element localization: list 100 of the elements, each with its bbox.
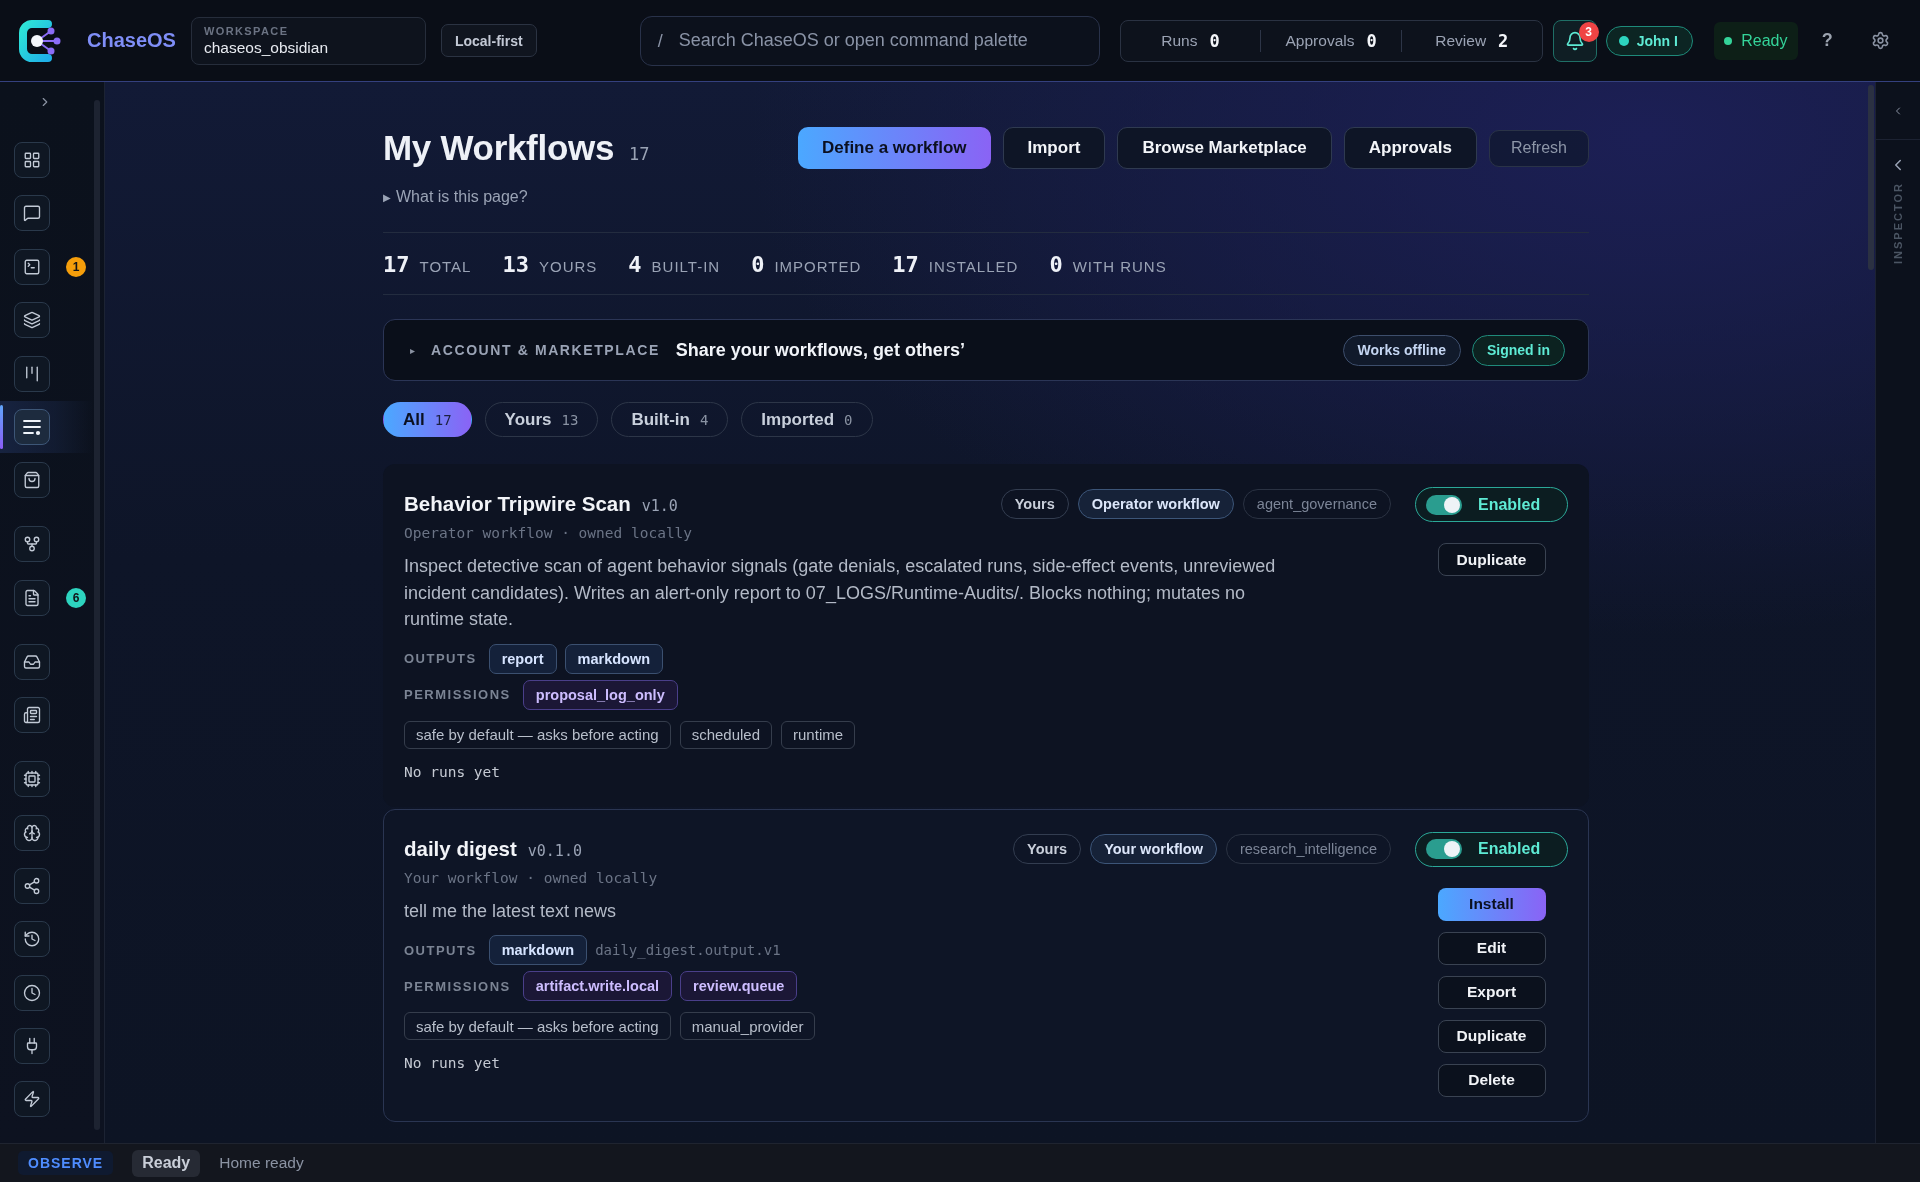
brain-icon <box>23 823 41 842</box>
field-label: OUTPUTS <box>404 651 477 666</box>
newspaper-icon <box>23 706 41 725</box>
workspace-name: chaseos_obsidian <box>203 38 330 57</box>
output-chip: report <box>488 643 557 674</box>
field-label: PERMISSIONS <box>404 978 511 994</box>
nav-button[interactable] <box>14 579 50 616</box>
permission-chip: review.queue <box>680 971 798 1001</box>
field-label: PERMISSIONS <box>404 687 511 702</box>
counter-button[interactable]: Approvals 0 <box>1260 29 1401 52</box>
count-badge: 1 <box>66 256 86 277</box>
nav-button[interactable] <box>14 1081 50 1118</box>
trait-tag: runtime <box>781 720 856 749</box>
trait-tag: manual_provider <box>679 1012 816 1040</box>
state-tag: Ready <box>132 1149 201 1177</box>
version-label: v0.1.0 <box>527 841 582 860</box>
help-disclosure[interactable]: ▶ What is this page? <box>383 187 528 207</box>
output-schema: daily_digest.output.v1 <box>595 942 781 958</box>
nav-button[interactable] <box>14 1028 50 1065</box>
nav-button[interactable] <box>14 814 50 851</box>
lightning-icon <box>23 1090 41 1109</box>
action-button[interactable]: Duplicate <box>1437 1019 1546 1053</box>
status-label: Ready <box>1741 31 1788 50</box>
nav-button[interactable] <box>14 697 50 734</box>
toolbar-button[interactable]: Refresh <box>1488 129 1589 167</box>
nav-button[interactable] <box>14 302 50 339</box>
trait-tag: scheduled <box>679 720 773 749</box>
count-badge: 6 <box>66 587 86 608</box>
nav-button[interactable] <box>14 355 50 392</box>
workspace-selector[interactable]: WORKSPACE chaseos_obsidian <box>190 16 426 65</box>
action-button[interactable]: Duplicate <box>1437 543 1546 576</box>
grid-icon <box>23 151 41 169</box>
workflow-tag: Your workflow <box>1090 833 1217 864</box>
run-status: No runs yet <box>404 1054 502 1073</box>
mode-chip: Local-first <box>440 24 537 57</box>
scrollbar-thumb[interactable] <box>1868 85 1874 270</box>
action-button[interactable]: Export <box>1437 975 1546 1009</box>
kanban-icon <box>23 364 41 383</box>
workflow-count: 17 <box>629 144 650 164</box>
trait-tag: safe by default — asks before acting <box>404 720 671 749</box>
nav-button[interactable] <box>14 867 50 904</box>
nav-button[interactable] <box>14 974 50 1011</box>
help-button[interactable]: ? <box>1821 30 1833 51</box>
stat-label: BUILT-IN <box>651 258 721 275</box>
stat-label: INSTALLED <box>928 258 1019 275</box>
enabled-toggle[interactable]: Enabled <box>1415 831 1568 867</box>
settings-icon <box>1870 31 1890 50</box>
mode-tag: OBSERVE <box>18 1151 114 1175</box>
workflow-title: Behavior Tripwire Scan <box>404 492 631 516</box>
action-button[interactable]: Delete <box>1437 1063 1546 1097</box>
permission-chip: artifact.write.local <box>522 971 673 1001</box>
nav-button[interactable] <box>14 142 50 178</box>
run-status: No runs yet <box>404 762 502 782</box>
workflow-description: Inspect detective scan of agent behavior signals (gate denials, escalated runs, side-effect events, unreviewed incident candidates). Writes an alert-only report to 07_LOGS/Runtime-Audits/. Blocks nothing; mutates no runtime state. <box>404 555 1277 631</box>
nav-button[interactable] <box>14 462 50 499</box>
stat-label: WITH RUNS <box>1072 258 1167 275</box>
nav-button[interactable] <box>14 248 50 285</box>
layers-icon <box>23 311 41 330</box>
user-chip[interactable]: John I <box>1605 25 1693 56</box>
list-icon <box>23 417 41 436</box>
stat-value: 13 <box>502 252 529 277</box>
enabled-toggle[interactable]: Enabled <box>1415 487 1568 522</box>
workspace-label: WORKSPACE <box>203 24 290 38</box>
counter-button[interactable]: Runs 0 <box>1120 29 1261 52</box>
nav-button[interactable] <box>14 643 50 680</box>
trait-tag: safe by default — asks before acting <box>404 1012 671 1040</box>
nav-button[interactable] <box>14 761 50 798</box>
section-label: ACCOUNT & MARKETPLACE <box>431 342 660 358</box>
workflow-title: daily digest <box>404 836 517 861</box>
section-headline: Share your workflows, get others’ <box>675 339 965 361</box>
settings-button[interactable] <box>1870 31 1890 50</box>
status-message: Home ready <box>219 1154 304 1172</box>
inspector-label: INSPECTOR <box>1892 182 1904 264</box>
chat-icon <box>23 204 41 223</box>
share-icon <box>23 876 41 895</box>
nav-button[interactable] <box>14 526 50 563</box>
counter-button[interactable]: Review 2 <box>1400 29 1542 52</box>
shortcut-hint: / <box>657 30 663 51</box>
nav-button[interactable] <box>14 921 50 958</box>
action-button[interactable]: Edit <box>1437 931 1546 965</box>
stat-value: 17 <box>383 252 410 277</box>
chip-icon <box>23 770 41 789</box>
filter-pill[interactable]: All 17 <box>383 402 472 437</box>
nav-button[interactable] <box>14 195 50 232</box>
stat-value: 0 <box>1049 252 1063 277</box>
stat-value: 17 <box>892 252 919 277</box>
bell-icon <box>1564 30 1585 51</box>
stat-label: IMPORTED <box>774 258 862 275</box>
workflow-meta: Your workflow · owned locally <box>404 868 659 888</box>
document-icon <box>23 588 41 607</box>
toolbar-button[interactable]: Approvals <box>1343 127 1477 169</box>
workflow-tag: Operator workflow <box>1077 489 1234 519</box>
toolbar-button[interactable]: Browse Marketplace <box>1117 127 1332 169</box>
field-label: OUTPUTS <box>404 942 477 958</box>
logo-icon <box>18 18 62 63</box>
toolbar-button[interactable]: Define a workflow <box>798 127 991 169</box>
action-button[interactable]: Install <box>1437 887 1546 921</box>
nav-button[interactable] <box>14 408 50 445</box>
toolbar-button[interactable]: Import <box>1002 127 1106 169</box>
notifications-button[interactable]: 3 <box>1552 19 1597 62</box>
